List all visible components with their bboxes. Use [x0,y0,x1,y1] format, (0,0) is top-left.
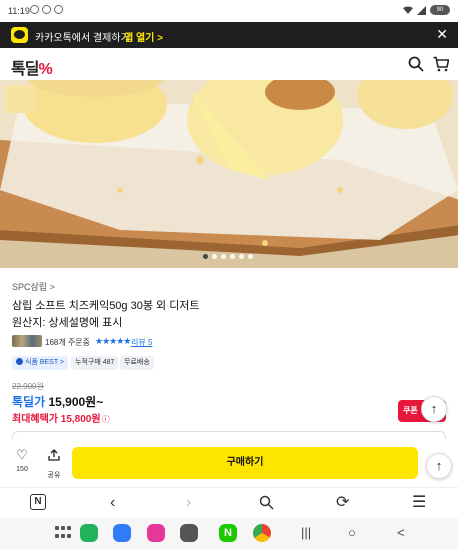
back-icon[interactable]: ‹ [110,494,115,512]
home-button[interactable]: ○ [348,525,356,540]
carousel-dot[interactable] [248,254,253,259]
product-image-carousel[interactable] [0,80,458,268]
buyer-avatars [12,335,42,347]
app-drawer-icon[interactable] [53,524,71,542]
tokdeal-logo[interactable]: 톡딜% [11,55,53,79]
cheesecake-photo [0,80,458,268]
notification-icon [54,5,63,14]
open-app-link[interactable]: 앱 열기 > [124,29,163,44]
review-link[interactable]: 리뷰 5 [131,337,152,348]
product-title: 삼립 소프트 치즈케익50g 30봉 외 디저트 [12,300,200,312]
info-icon[interactable]: ⓘ [102,415,110,424]
scroll-top-button[interactable]: ↑ [426,453,452,479]
system-icons: 90 [403,5,450,15]
share-icon [48,449,60,461]
naver-tab-icon[interactable]: N [30,494,46,510]
nav-back-button[interactable]: < [397,525,405,540]
cart-icon[interactable] [433,56,449,72]
scroll-top-button[interactable]: ↑ [421,396,447,422]
notification-icons [30,5,63,14]
battery-icon: 90 [430,5,450,15]
wifi-icon [403,6,413,14]
order-count: 168개 주문중 [45,338,91,347]
original-price: 22,900원 [12,382,44,391]
banner-text: 카카오톡에서 결제하기 [35,33,130,44]
forward-icon[interactable]: › [186,494,191,512]
option-box-edge [12,431,446,439]
search-icon[interactable] [408,56,424,72]
gallery-app-icon[interactable] [147,524,165,542]
android-dock: N ||| ○ < [0,518,458,550]
status-time: 11:19 [8,6,30,16]
naver-app-icon[interactable]: N [219,524,237,542]
carousel-dot[interactable] [212,254,217,259]
notification-icon [30,5,39,14]
status-bar: 11:19 90 [0,0,458,22]
refresh-icon[interactable]: ⟳ [336,494,349,512]
deal-price-value: 15,900원~ [48,395,104,409]
rating-stars: ★★★★★ [95,336,131,346]
search-icon[interactable] [259,495,274,510]
messages-app-icon[interactable] [113,524,131,542]
carousel-dot[interactable] [239,254,244,259]
chrome-app-icon[interactable] [253,524,271,542]
max-benefit-price: 최대혜택가 15,800원ⓘ [12,414,110,425]
menu-icon[interactable]: ☰ [412,494,426,512]
info-icon [16,358,23,365]
carousel-dots [203,254,253,259]
carousel-dot[interactable] [221,254,226,259]
brand-link[interactable]: SPC삼립 > [12,280,55,293]
cumulative-purchase-badge: 누적구매 487 [71,356,119,370]
food-best-badge[interactable]: 식품 BEST > [12,356,69,370]
close-icon[interactable]: ✕ [436,26,448,43]
phone-app-icon[interactable] [80,524,98,542]
buy-button[interactable]: 구매하기 [72,447,418,479]
recent-apps-button[interactable]: ||| [301,525,311,540]
signal-icon [417,5,426,15]
kakaotalk-icon [11,27,28,43]
heart-icon: ♡ [16,447,28,462]
carousel-dot[interactable] [230,254,235,259]
like-count: 150 [16,466,28,473]
like-button[interactable]: ♡ 150 [10,447,34,474]
product-origin: 원산지: 상세설명에 표시 [12,317,123,329]
message-icon [42,5,51,14]
browser-toolbar: N ‹ › ⟳ ☰ [0,487,458,517]
deal-price: 톡딜가 15,900원~ [12,393,103,410]
carousel-dot[interactable] [203,254,208,259]
site-header: 톡딜% [0,48,458,80]
kakao-app-banner[interactable]: 카카오톡에서 결제하기 앱 열기 > ✕ [0,22,458,48]
share-button[interactable]: 공유 [42,448,66,480]
deal-price-label: 톡딜가 [12,395,46,409]
free-shipping-badge: 무료배송 [120,356,154,370]
camera-app-icon[interactable] [180,524,198,542]
share-label: 공유 [47,472,61,479]
